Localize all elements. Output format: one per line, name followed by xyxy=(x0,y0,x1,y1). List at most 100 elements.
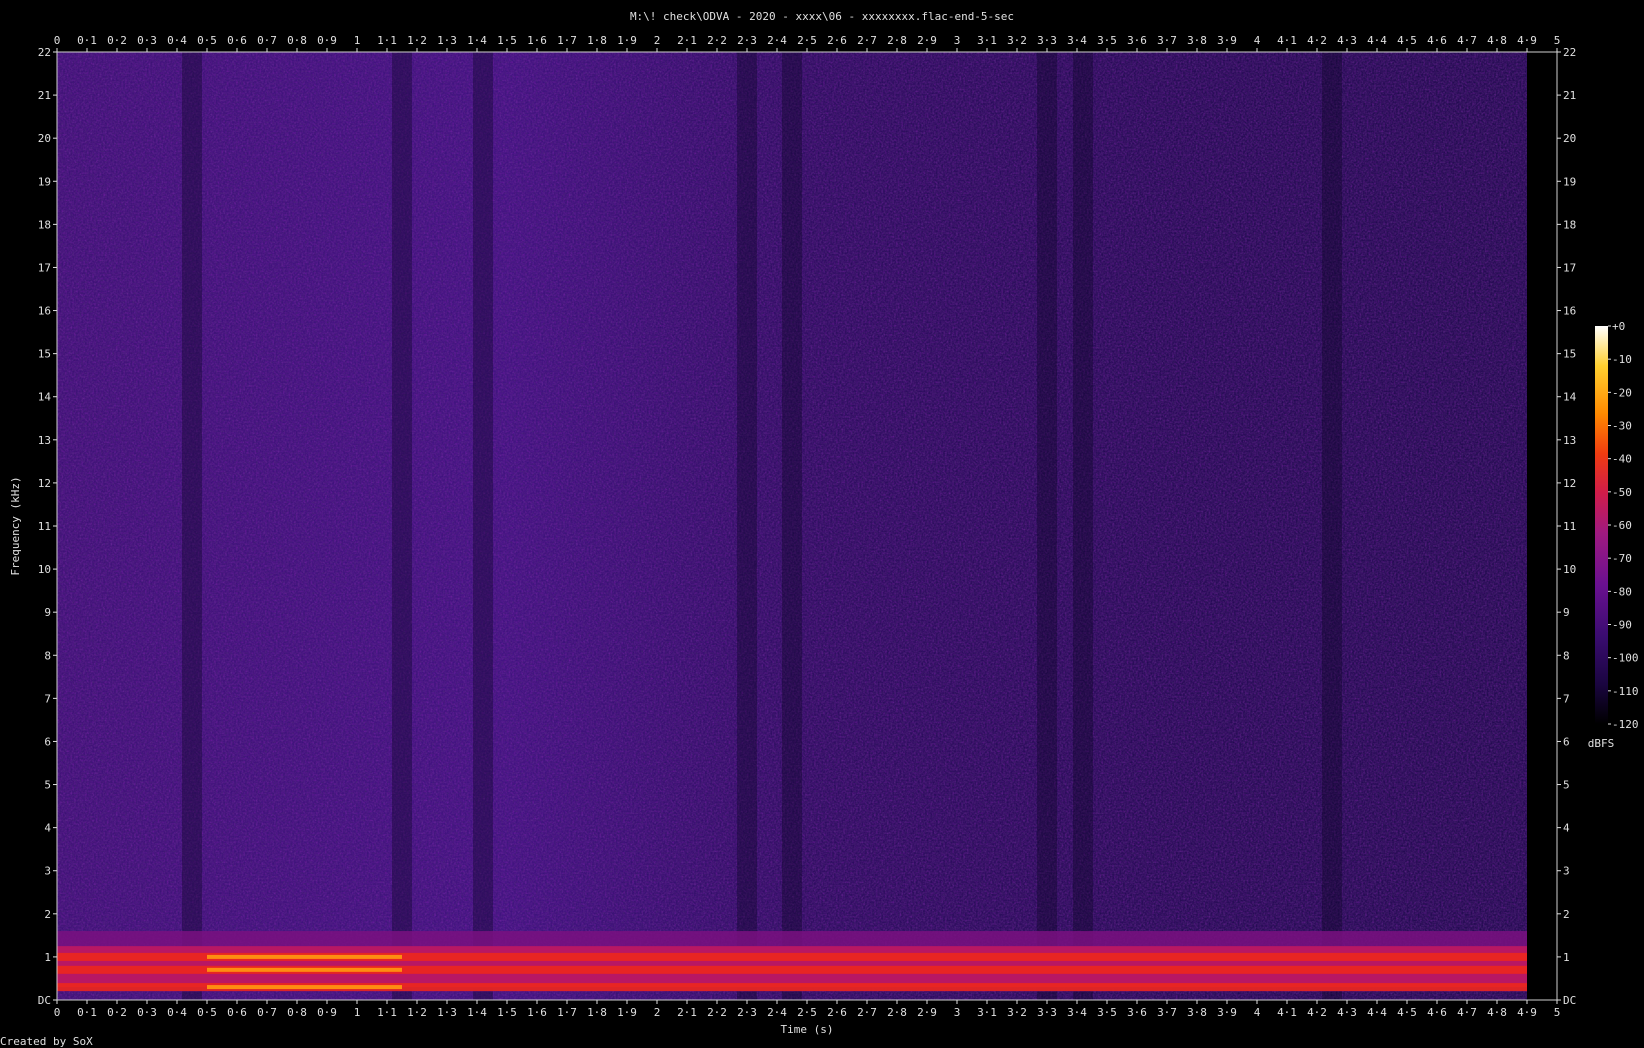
x-tick-label-bottom: 4·2 xyxy=(1307,1006,1327,1019)
y-tick-label-left: 16 xyxy=(38,305,51,318)
x-tick-label-bottom: 0·9 xyxy=(317,1006,337,1019)
y-tick-label-right: 16 xyxy=(1563,305,1576,318)
quiet-stripe xyxy=(182,52,202,1000)
x-tick-label-bottom: 1·2 xyxy=(407,1006,427,1019)
x-tick-label-bottom: 1·1 xyxy=(377,1006,397,1019)
x-tick-label-bottom: 0·1 xyxy=(77,1006,97,1019)
x-tick-label-top: 4·5 xyxy=(1397,34,1417,47)
x-tick-label-top: 2 xyxy=(654,34,661,47)
y-tick-label-right: 15 xyxy=(1563,348,1576,361)
y-tick-label-right: 12 xyxy=(1563,477,1576,490)
chart-title: M:\! check\ODVA - 2020 - xxxx\06 - xxxxx… xyxy=(630,10,1014,23)
y-tick-label-left: 20 xyxy=(38,132,51,145)
y-tick-label-right: 22 xyxy=(1563,46,1576,59)
x-tick-label-bottom: 0·3 xyxy=(137,1006,157,1019)
x-tick-label-bottom: 0·2 xyxy=(107,1006,127,1019)
x-tick-label-top: 4·3 xyxy=(1337,34,1357,47)
x-tick-label-bottom: 3·6 xyxy=(1127,1006,1147,1019)
x-tick-label-bottom: 3·1 xyxy=(977,1006,997,1019)
y-tick-label-left: DC xyxy=(38,994,51,1007)
x-tick-label-top: 1·6 xyxy=(527,34,547,47)
x-tick-label-top: 3·8 xyxy=(1187,34,1207,47)
x-tick-label-bottom: 3·8 xyxy=(1187,1006,1207,1019)
x-tick-label-top: 4 xyxy=(1254,34,1261,47)
x-tick-label-top: 2·7 xyxy=(857,34,877,47)
y-tick-label-right: 5 xyxy=(1563,779,1570,792)
x-tick-label-top: 4·2 xyxy=(1307,34,1327,47)
colorbar-ticks: +0 -10 -20 -30 -40 -50 -60 -70 -80 -90 -100 -110 -12… xyxy=(1608,320,1639,731)
x-tick-label-top: 3·6 xyxy=(1127,34,1147,47)
y-tick-label-left: 13 xyxy=(38,434,51,447)
x-tick-label-bottom: 0·6 xyxy=(227,1006,247,1019)
colorbar-tick-label: -120 xyxy=(1612,718,1639,731)
y-tick-label-right: 3 xyxy=(1563,865,1570,878)
x-tick-label-bottom: 4·6 xyxy=(1427,1006,1447,1019)
x-tick-label-bottom: 4·8 xyxy=(1487,1006,1507,1019)
y-tick-label-right: 7 xyxy=(1563,692,1570,705)
x-tick-label-top: 4·8 xyxy=(1487,34,1507,47)
x-tick-label-bottom: 5 xyxy=(1554,1006,1561,1019)
y-tick-label-left: 9 xyxy=(44,606,51,619)
x-tick-label-bottom: 2·8 xyxy=(887,1006,907,1019)
x-tick-label-top: 5 xyxy=(1554,34,1561,47)
quiet-stripe xyxy=(1322,52,1342,1000)
y-tick-label-left: 17 xyxy=(38,261,51,274)
x-tick-label-top: 2·8 xyxy=(887,34,907,47)
x-tick-label-bottom: 0 xyxy=(54,1006,61,1019)
x-tick-label-bottom: 2·9 xyxy=(917,1006,937,1019)
y-tick-label-right: 2 xyxy=(1563,908,1570,921)
colorbar-label: dBFS xyxy=(1588,737,1615,750)
y-axis-label: Frequency (kHz) xyxy=(9,476,22,575)
x-tick-label-top: 1·7 xyxy=(557,34,577,47)
y-tick-label-left: 19 xyxy=(38,175,51,188)
x-axis-label: Time (s) xyxy=(781,1023,834,1036)
harmonic-peak xyxy=(207,954,402,959)
x-tick-label-bottom: 4·5 xyxy=(1397,1006,1417,1019)
x-tick-label-bottom: 2·2 xyxy=(707,1006,727,1019)
y-tick-label-left: 15 xyxy=(38,348,51,361)
y-tick-label-right: DC xyxy=(1563,994,1576,1007)
y-tick-label-left: 5 xyxy=(44,779,51,792)
y-tick-label-right: 1 xyxy=(1563,951,1570,964)
x-tick-label-bottom: 1·8 xyxy=(587,1006,607,1019)
x-tick-label-bottom: 2·6 xyxy=(827,1006,847,1019)
y-tick-label-right: 9 xyxy=(1563,606,1570,619)
x-tick-label-top: 1·8 xyxy=(587,34,607,47)
colorbar-tick-label: -90 xyxy=(1612,619,1632,632)
x-tick-label-top: 2·3 xyxy=(737,34,757,47)
x-tick-label-top: 1·5 xyxy=(497,34,517,47)
y-tick-label-right: 20 xyxy=(1563,132,1576,145)
colorbar-tick-label: -10 xyxy=(1612,353,1632,366)
x-tick-label-bottom: 3·3 xyxy=(1037,1006,1057,1019)
x-tick-label-bottom: 3·7 xyxy=(1157,1006,1177,1019)
x-tick-label-top: 1·3 xyxy=(437,34,457,47)
y-ticks-left: DC12345678910111213141516171819202122 xyxy=(38,46,57,1007)
x-tick-label-bottom: 1·7 xyxy=(557,1006,577,1019)
x-tick-label-top: 2·2 xyxy=(707,34,727,47)
x-tick-label-top: 0·4 xyxy=(167,34,187,47)
colorbar-tick-label: -60 xyxy=(1612,519,1632,532)
y-tick-label-left: 10 xyxy=(38,563,51,576)
colorbar-swatch xyxy=(1595,326,1608,724)
y-tick-label-left: 21 xyxy=(38,89,51,102)
y-tick-label-left: 11 xyxy=(38,520,51,533)
x-tick-label-bottom: 1·9 xyxy=(617,1006,637,1019)
x-tick-label-top: 4·1 xyxy=(1277,34,1297,47)
x-tick-label-bottom: 4·1 xyxy=(1277,1006,1297,1019)
x-tick-label-bottom: 4·9 xyxy=(1517,1006,1537,1019)
x-tick-label-top: 0 xyxy=(54,34,61,47)
colorbar: +0 -10 -20 -30 -40 -50 -60 -70 -80 -90 -100 -110 -12… xyxy=(1588,320,1639,750)
y-tick-label-right: 4 xyxy=(1563,822,1570,835)
x-tick-label-top: 0·1 xyxy=(77,34,97,47)
spectrogram-chart: M:\! check\ODVA - 2020 - xxxx\06 - xxxxx… xyxy=(0,10,1639,1048)
x-ticks-bottom: 0 0·1 0·2 0·3 0·4 0·5 0·6 0·7 0·8 0·9 1 1·1 1·2 1·3 1·… xyxy=(54,1000,1561,1019)
x-tick-label-bottom: 3·2 xyxy=(1007,1006,1027,1019)
quiet-stripe xyxy=(473,52,493,1000)
x-tick-label-top: 2·5 xyxy=(797,34,817,47)
colorbar-tick-label: -50 xyxy=(1612,486,1632,499)
harmonic-peak xyxy=(207,985,402,990)
x-tick-label-top: 1·9 xyxy=(617,34,637,47)
x-tick-label-top: 3 xyxy=(954,34,961,47)
colorbar-tick-label: -30 xyxy=(1612,420,1632,433)
x-tick-label-bottom: 3·5 xyxy=(1097,1006,1117,1019)
